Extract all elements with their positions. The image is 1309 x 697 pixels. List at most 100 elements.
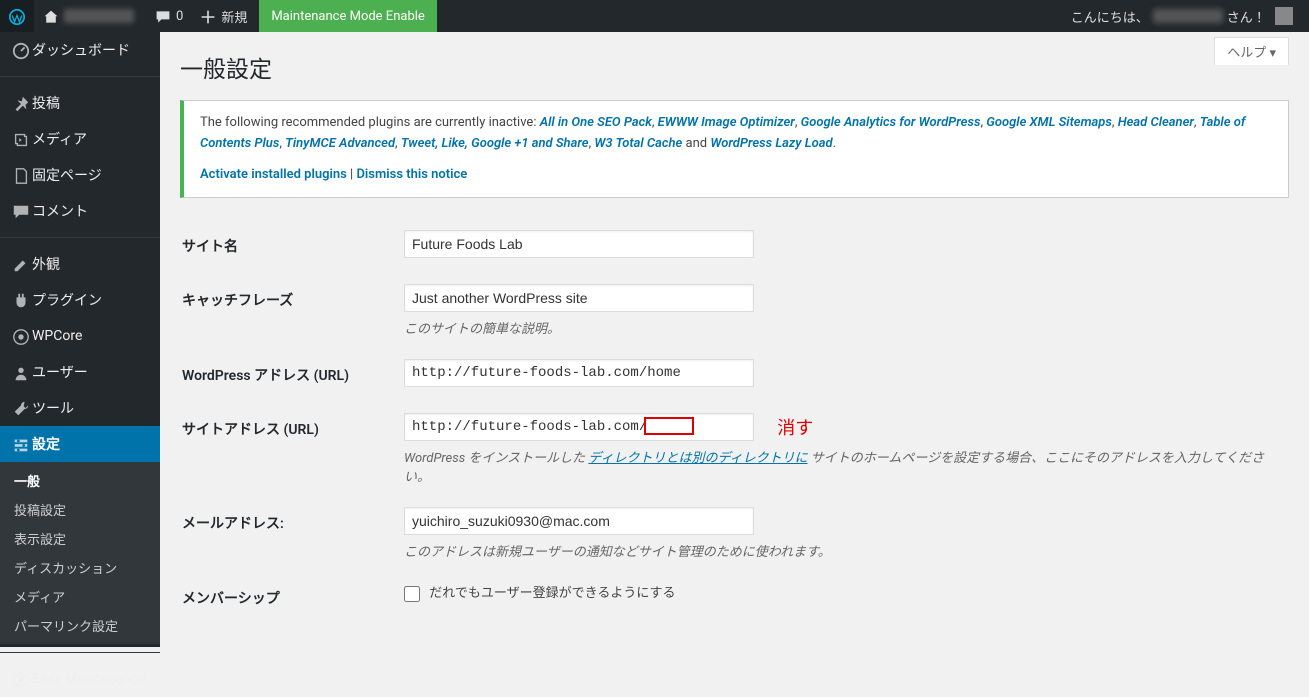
plugin-link[interactable]: All in One SEO Pack [540, 115, 652, 130]
submenu-writing[interactable]: 投稿設定 [0, 495, 160, 524]
avatar [1275, 7, 1293, 25]
site-name-item[interactable] [34, 0, 146, 32]
menu-wpcore[interactable]: WPCore [0, 318, 160, 354]
menu-posts[interactable]: 投稿 [0, 85, 160, 121]
site-name-blurred [64, 9, 134, 23]
tools-icon [10, 398, 32, 418]
settings-icon [10, 434, 32, 454]
menu-media-label: メディア [32, 129, 87, 149]
menu-separator [0, 652, 160, 653]
membership-checkbox-label[interactable]: だれでもユーザー登録ができるようにする [404, 586, 675, 601]
plugin-link[interactable]: Google XML Sitemaps [986, 115, 1112, 130]
plugin-link[interactable]: TinyMCE Advanced [285, 136, 395, 151]
tagline-label: キャッチフレーズ [182, 274, 402, 347]
menu-dashboard[interactable]: ダッシュボード [0, 32, 160, 68]
menu-tools[interactable]: ツール [0, 390, 160, 426]
settings-form: サイト名 キャッチフレーズ このサイトの簡単な説明。 WordPress アドレ… [180, 218, 1289, 626]
submenu-reading[interactable]: 表示設定 [0, 524, 160, 553]
menu-separator [0, 237, 160, 238]
menu-comments[interactable]: コメント [0, 193, 160, 229]
tagline-description: このサイトの簡単な説明。 [404, 318, 1277, 337]
new-content-item[interactable]: 新規 [191, 0, 255, 32]
plugin-link[interactable]: W3 Total Cache [594, 136, 682, 151]
menu-users-label: ユーザー [32, 362, 88, 382]
page-title: 一般設定 [180, 50, 1289, 84]
plugin-notice: The following recommended plugins are cu… [180, 100, 1289, 198]
site-name-label: サイト名 [182, 220, 402, 272]
tagline-input[interactable] [404, 284, 754, 312]
plugin-link[interactable]: Head Cleaner [1118, 115, 1194, 130]
menu-pages[interactable]: 固定ページ [0, 157, 160, 193]
menu-pages-label: 固定ページ [32, 165, 102, 185]
help-tab[interactable]: ヘルプ [1214, 37, 1289, 65]
menu-plugins[interactable]: プラグイン [0, 282, 160, 318]
admin-menu: ダッシュボード 投稿 メディア 固定ページ コメント [0, 32, 160, 647]
wp-url-input[interactable] [404, 359, 754, 387]
menu-tools-label: ツール [32, 398, 74, 418]
menu-settings[interactable]: 設定 [0, 426, 160, 462]
email-input[interactable] [404, 507, 754, 535]
menu-easy-maintenance-label: Easy Maintenance [32, 671, 146, 687]
menu-posts-label: 投稿 [32, 93, 60, 113]
activate-plugins-link[interactable]: Activate installed plugins [200, 167, 347, 182]
site-name-input[interactable] [404, 230, 754, 258]
plugin-link[interactable]: Google Analytics for WordPress [801, 115, 981, 130]
plugins-icon [10, 290, 32, 310]
comments-item[interactable]: 0 [146, 0, 191, 32]
greeting-prefix: こんにちは、 [1071, 7, 1149, 26]
menu-users[interactable]: ユーザー [0, 354, 160, 390]
new-label: 新規 [221, 7, 247, 26]
site-url-label: サイトアドレス (URL) [182, 403, 402, 495]
page-icon [10, 165, 32, 185]
account-item[interactable]: こんにちは、 さん ！ [1063, 0, 1301, 32]
email-description: このアドレスは新規ユーザーの通知などサイト管理のために使われます。 [404, 541, 1277, 560]
membership-checkbox[interactable] [404, 586, 420, 602]
annotation-kesu: 消す [777, 418, 813, 439]
menu-media[interactable]: メディア [0, 121, 160, 157]
settings-submenu: 一般 投稿設定 表示設定 ディスカッション メディア パーマリンク設定 [0, 462, 160, 644]
menu-easy-maintenance[interactable]: Easy Maintenance [0, 661, 160, 697]
comment-icon [154, 7, 172, 26]
wp-logo-item[interactable] [0, 0, 34, 32]
plugin-link[interactable]: WordPress Lazy Load [710, 136, 832, 151]
user-name-blurred [1153, 9, 1223, 23]
comment-icon [10, 201, 32, 221]
site-url-input[interactable] [404, 413, 754, 441]
menu-wpcore-label: WPCore [32, 328, 82, 344]
gear-icon [10, 669, 32, 689]
users-icon [10, 362, 32, 382]
menu-separator [0, 76, 160, 77]
admin-bar: 0 新規 Maintenance Mode Enable こんにちは、 さん ！ [0, 0, 1309, 32]
appearance-icon [10, 254, 32, 274]
pushpin-icon [10, 93, 32, 113]
site-url-description: WordPress をインストールした ディレクトリとは別のディレクトリに サイ… [404, 447, 1277, 485]
greeting-suffix: さん ！ [1227, 7, 1269, 26]
plus-icon [199, 7, 217, 26]
submenu-media[interactable]: メディア [0, 582, 160, 611]
membership-label: メンバーシップ [182, 572, 402, 624]
site-url-desc-pre: WordPress をインストールした [404, 451, 585, 466]
menu-comments-label: コメント [32, 201, 88, 221]
submenu-discussion[interactable]: ディスカッション [0, 553, 160, 582]
main-content: ヘルプ 一般設定 The following recommended plugi… [160, 32, 1309, 647]
maintenance-mode-button[interactable]: Maintenance Mode Enable [259, 0, 436, 32]
submenu-permalinks[interactable]: パーマリンク設定 [0, 611, 160, 640]
plugin-link[interactable]: EWWW Image Optimizer [658, 115, 795, 130]
dashboard-icon [10, 40, 32, 60]
menu-settings-label: 設定 [32, 434, 60, 454]
home-icon [42, 7, 60, 26]
membership-check-text: だれでもユーザー登録ができるようにする [429, 586, 675, 601]
media-icon [10, 129, 32, 149]
menu-plugins-label: プラグイン [32, 290, 102, 310]
submenu-general[interactable]: 一般 [0, 466, 160, 495]
comments-count: 0 [176, 9, 183, 24]
wordpress-icon [8, 7, 26, 26]
site-url-desc-link[interactable]: ディレクトリとは別のディレクトリに [588, 451, 807, 466]
menu-dashboard-label: ダッシュボード [32, 40, 130, 60]
wpcore-icon [10, 326, 32, 346]
menu-appearance[interactable]: 外観 [0, 246, 160, 282]
plugin-link[interactable]: Tweet, Like, Google +1 and Share [401, 136, 589, 151]
email-label: メールアドレス: [182, 497, 402, 570]
wp-url-label: WordPress アドレス (URL) [182, 349, 402, 401]
dismiss-notice-link[interactable]: Dismiss this notice [356, 167, 467, 182]
